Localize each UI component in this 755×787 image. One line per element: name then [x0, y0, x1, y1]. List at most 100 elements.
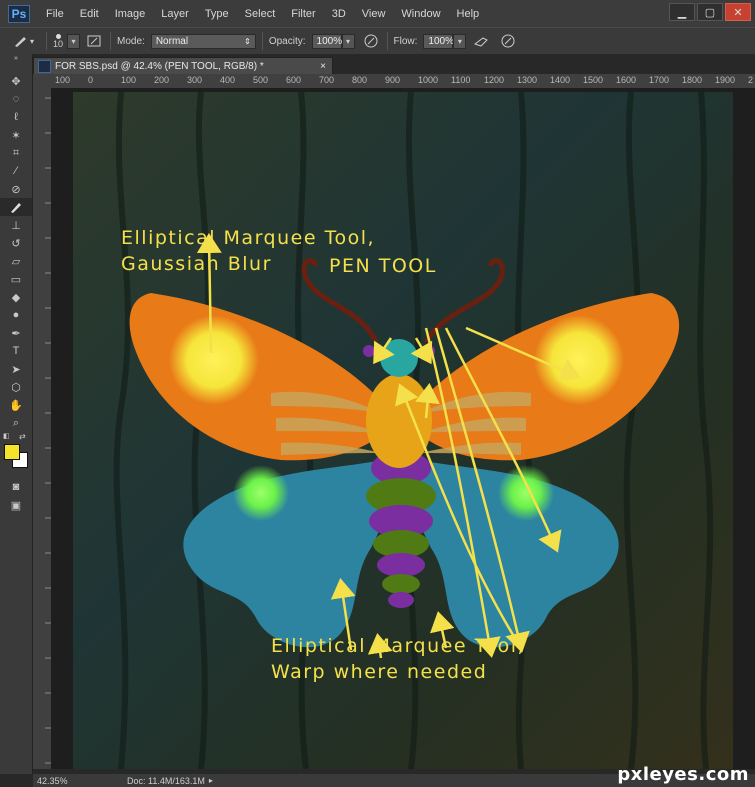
ruler-tick-label: 1700 [649, 75, 670, 85]
shape-tool-icon[interactable]: ⬡ [0, 378, 32, 396]
ruler-tick-label: 1900 [715, 75, 736, 85]
menu-help[interactable]: Help [449, 8, 488, 20]
screen-mode-icon[interactable]: ▣ [0, 496, 32, 514]
brush-panel-toggle-icon[interactable] [84, 32, 104, 50]
options-bar: ▾ 10 ▾ Mode: Normal ⇕ Opacity: 100% ▾ Fl… [0, 27, 755, 55]
ruler-tick-label: 200 [154, 75, 170, 85]
document-size: Doc: 11.4M/163.1M [127, 775, 205, 786]
brush-picker-arrow-icon[interactable]: ▾ [67, 33, 81, 49]
ruler-tick-label: 1400 [550, 75, 571, 85]
psd-file-icon [38, 59, 51, 73]
menu-view[interactable]: View [354, 8, 394, 20]
crop-tool-icon[interactable]: ⌗ [0, 144, 32, 162]
history-brush-tool-icon[interactable]: ↺ [0, 234, 32, 252]
ruler-tick-label: 1000 [418, 75, 439, 85]
lasso-tool-icon[interactable]: ℓ [0, 108, 32, 126]
opacity-label: Opacity: [268, 35, 306, 47]
gradient-tool-icon[interactable]: ▭ [0, 270, 32, 288]
eraser-tool-icon[interactable]: ▱ [0, 252, 32, 270]
swap-colors-icon[interactable]: ⇄ [19, 432, 26, 441]
menu-filter[interactable]: Filter [283, 8, 323, 20]
dodge-tool-icon[interactable]: ● [0, 306, 32, 324]
pressure-size-icon[interactable] [498, 32, 518, 50]
minimize-button[interactable]: ▁ [669, 3, 695, 21]
mode-label: Mode: [117, 35, 145, 47]
zoom-tool-icon[interactable]: ⌕ [0, 414, 32, 432]
flow-input[interactable]: 100% [423, 33, 454, 49]
canvas[interactable]: Elliptical Marquee Tool, Gaussian Blur P… [51, 88, 755, 769]
flow-dropdown-icon[interactable]: ▾ [453, 33, 467, 49]
right-green-glow [498, 465, 554, 521]
document-tab[interactable]: FOR SBS.psd @ 42.4% (PEN TOOL, RGB/8) * … [33, 57, 333, 74]
ruler-tick-label: 100 [55, 75, 71, 85]
menu-edit[interactable]: Edit [72, 8, 107, 20]
menu-select[interactable]: Select [237, 8, 284, 20]
brush-picker[interactable]: 10 [53, 33, 63, 49]
menu-layer[interactable]: Layer [153, 8, 197, 20]
ruler-tick-label: 1500 [583, 75, 604, 85]
ruler-tick-label: 100 [121, 75, 137, 85]
blur-tool-icon[interactable]: ◆ [0, 288, 32, 306]
ruler-tick-label: 700 [319, 75, 335, 85]
brush-tool-preset-icon[interactable] [10, 32, 30, 50]
foreground-color-swatch[interactable] [4, 444, 20, 460]
flow-label: Flow: [393, 35, 418, 47]
vertical-ruler[interactable] [33, 88, 52, 769]
menu-window[interactable]: Window [393, 8, 448, 20]
marquee-tool-icon[interactable]: ◌ [0, 90, 32, 108]
maximize-button[interactable]: ▢ [697, 3, 723, 21]
left-eye [363, 345, 375, 357]
tab-close-icon[interactable]: × [320, 61, 326, 72]
type-tool-icon[interactable]: T [0, 342, 32, 360]
divider [46, 32, 48, 50]
menu-type[interactable]: Type [197, 8, 237, 20]
ruler-origin[interactable] [33, 74, 51, 88]
pressure-opacity-icon[interactable] [361, 32, 381, 50]
divider [261, 32, 263, 50]
annotation-marquee-warp: Elliptical Marquee Tool, Warp where need… [271, 635, 526, 683]
mode-value: Normal [155, 35, 189, 47]
left-green-glow [233, 465, 289, 521]
airbrush-icon[interactable] [472, 32, 492, 50]
ruler-tick-label: 500 [253, 75, 269, 85]
divider [110, 32, 112, 50]
menu-3d[interactable]: 3D [324, 8, 354, 20]
ruler-tick-label: 300 [187, 75, 203, 85]
divider [386, 32, 388, 50]
magic-wand-tool-icon[interactable]: ✶ [0, 126, 32, 144]
ruler-tick-label: 1100 [451, 75, 471, 85]
mode-select[interactable]: Normal ⇕ [150, 33, 256, 49]
zoom-level[interactable]: 42.35% [37, 776, 87, 786]
thorax [366, 374, 432, 468]
healing-brush-tool-icon[interactable]: ⊘ [0, 180, 32, 198]
annotation-pen-tool: PEN TOOL [329, 255, 437, 277]
quick-mask-icon[interactable]: ◙ [0, 478, 32, 496]
default-colors-icon[interactable]: ◧ [3, 432, 10, 440]
move-tool-icon[interactable]: ✥ [0, 72, 32, 90]
horizontal-ruler[interactable]: 100 0 100 200 300 400 500 600 700 800 900 1000 1100 1… [51, 74, 755, 89]
ruler-tick-label: 2 [748, 75, 754, 85]
menu-image[interactable]: Image [107, 8, 154, 20]
pen-tool-icon[interactable]: ✒ [0, 324, 32, 342]
status-menu-arrow-icon[interactable]: ▸ [209, 776, 213, 785]
path-selection-tool-icon[interactable]: ➤ [0, 360, 32, 378]
opacity-input[interactable]: 100% [311, 33, 342, 49]
ruler-tick-label: 600 [286, 75, 302, 85]
ruler-tick-label: 0 [88, 75, 94, 85]
preset-dropdown-arrow-icon[interactable]: ▾ [30, 37, 34, 46]
ruler-tick-label: 900 [385, 75, 401, 85]
ruler-tick-label: 1600 [616, 75, 637, 85]
clone-stamp-tool-icon[interactable]: ⊥ [0, 216, 32, 234]
hand-tool-icon[interactable]: ✋ [0, 396, 32, 414]
right-yellow-glow [534, 315, 624, 405]
close-button[interactable]: ✕ [725, 3, 751, 21]
menu-file[interactable]: File [38, 8, 72, 20]
watermark: pxleyes.com [617, 764, 749, 785]
opacity-dropdown-icon[interactable]: ▾ [341, 33, 355, 49]
panel-collapse-icon[interactable]: » [0, 54, 32, 62]
updown-icon: ⇕ [244, 36, 251, 46]
ruler-tick-label: 1300 [517, 75, 538, 85]
eyedropper-tool-icon[interactable]: ⁄ [0, 162, 32, 180]
ruler-tick-label: 1800 [682, 75, 703, 85]
brush-tool-icon[interactable] [0, 198, 32, 216]
